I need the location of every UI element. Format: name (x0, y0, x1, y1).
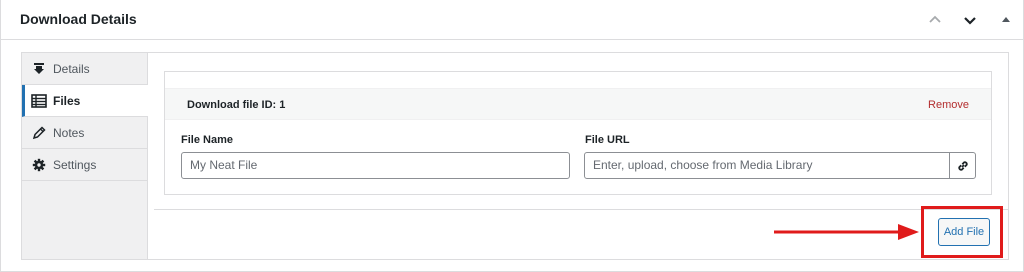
add-file-button[interactable]: Add File (938, 218, 990, 246)
tab-details[interactable]: Details (22, 53, 147, 85)
footer-divider (154, 209, 1008, 210)
tab-notes[interactable]: Notes (22, 117, 147, 149)
tab-label: Details (53, 61, 90, 76)
move-down-icon[interactable] (958, 8, 982, 32)
metabox-header: Download Details (1, 0, 1024, 40)
file-name-input[interactable]: My Neat File (181, 152, 570, 179)
file-url-label: File URL (585, 134, 630, 146)
file-id-label: Download file ID: 1 (187, 99, 286, 111)
edit-pencil-icon (31, 125, 47, 141)
gear-icon (31, 157, 47, 173)
file-row: Download file ID: 1 Remove File Name My … (164, 71, 992, 195)
file-url-field: Enter, upload, choose from Media Library (584, 152, 976, 179)
tab-label: Notes (53, 125, 85, 140)
tabs-sidebar: Details Files Notes Settings (22, 53, 148, 259)
link-icon[interactable] (949, 153, 975, 178)
toggle-panel-icon[interactable] (994, 8, 1018, 32)
file-url-input[interactable]: Enter, upload, choose from Media Library (585, 153, 949, 178)
file-name-label: File Name (181, 134, 233, 146)
file-row-header: Download file ID: 1 Remove (165, 88, 991, 120)
download-icon (31, 61, 47, 77)
remove-file-link[interactable]: Remove (928, 99, 969, 111)
tab-settings[interactable]: Settings (22, 149, 147, 181)
annotation-arrow (774, 224, 919, 240)
tab-files[interactable]: Files (22, 85, 148, 117)
tab-label: Files (53, 93, 81, 108)
metabox-title: Download Details (20, 11, 137, 27)
tab-label: Settings (53, 157, 97, 172)
list-view-icon (31, 93, 47, 109)
move-up-icon[interactable] (923, 8, 947, 32)
